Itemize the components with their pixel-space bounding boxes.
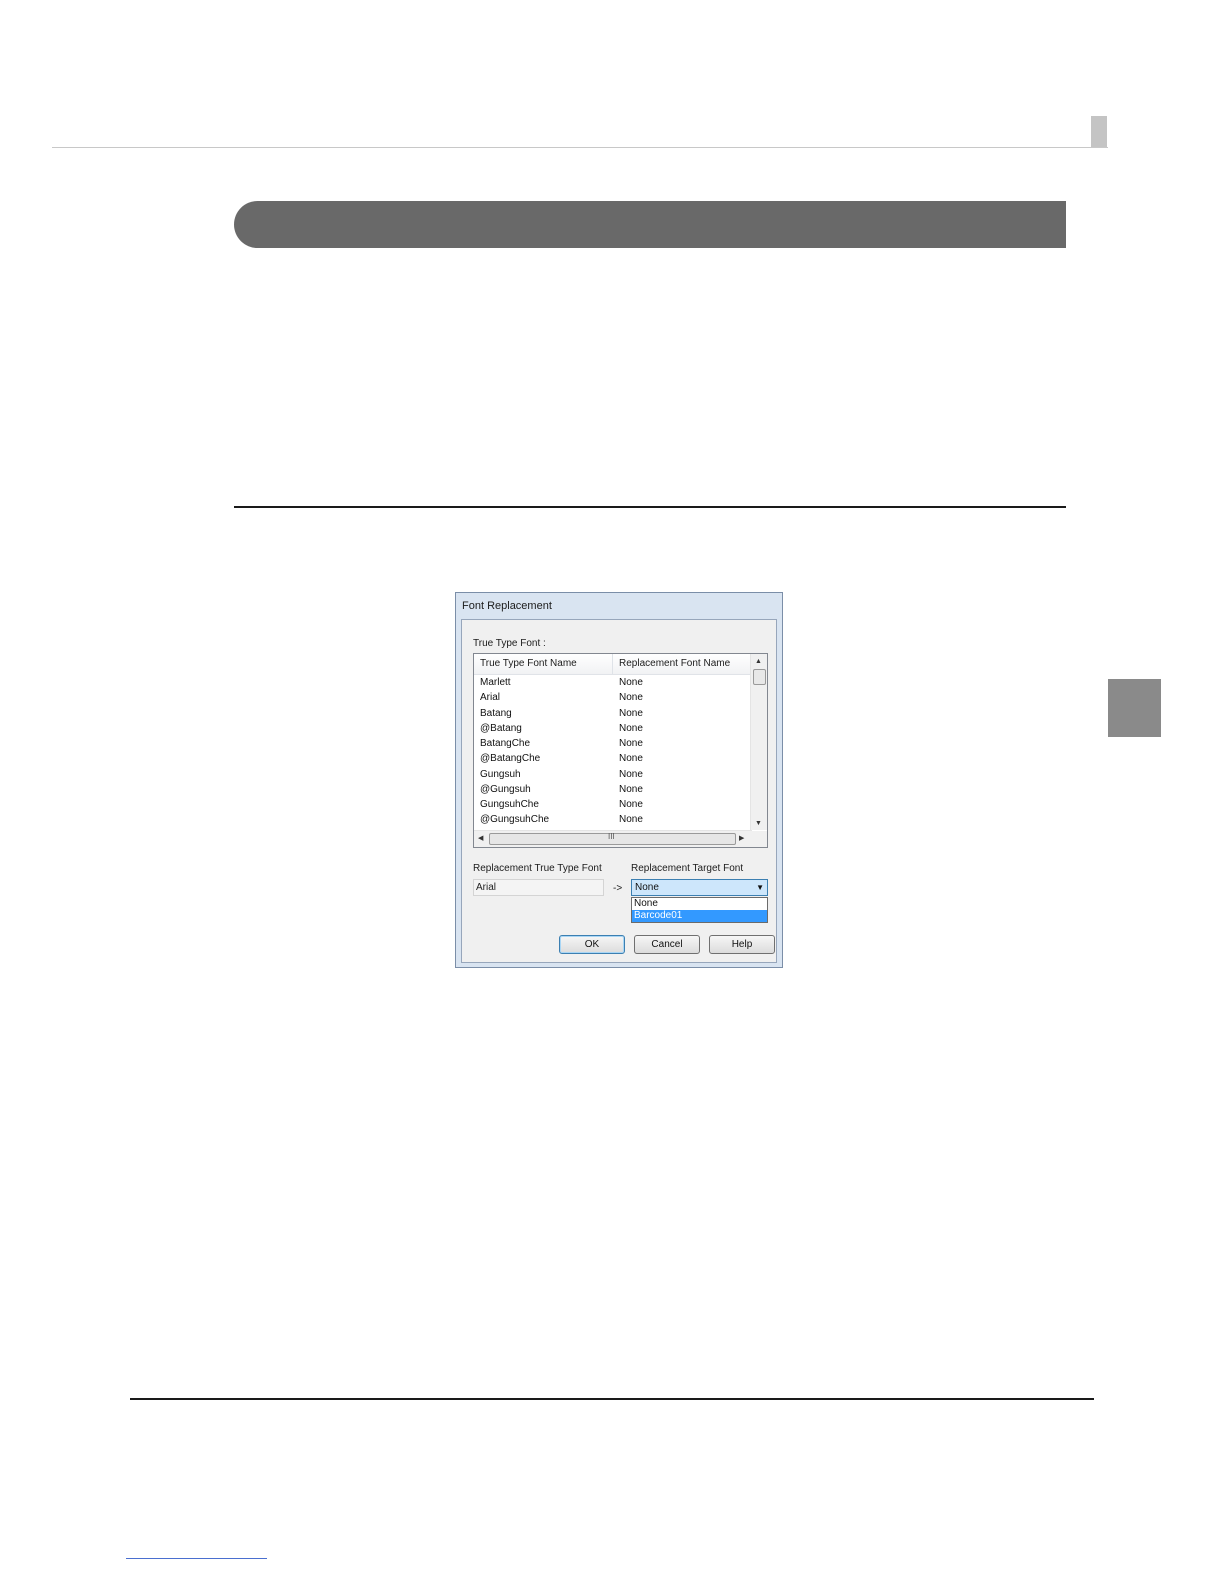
page-header-tab [1091, 116, 1107, 147]
replacement-ttf-label: Replacement True Type Font [473, 863, 602, 874]
target-font-dropdown: None Barcode01 [631, 897, 768, 923]
column-divider[interactable] [612, 654, 613, 674]
replacement-ttf-field[interactable]: Arial [473, 879, 604, 896]
font-name-cell: Arial [480, 692, 501, 704]
list-item[interactable]: @Gungsuh None [474, 783, 752, 798]
list-item[interactable]: @GungsuhChe None [474, 813, 752, 828]
font-name-cell: @Batang [480, 722, 522, 734]
target-font-select[interactable]: None ▼ [631, 879, 768, 896]
font-name-cell: BatangChe [480, 738, 531, 749]
font-replacement-dialog: Font Replacement True Type Font : True T… [455, 592, 783, 968]
ok-button[interactable]: OK [559, 935, 625, 954]
dropdown-option-none[interactable]: None [632, 898, 767, 910]
font-name-cell: Batang [480, 707, 512, 719]
font-name-cell: @BatangChe [480, 753, 541, 765]
replacement-name-cell: None [619, 738, 643, 749]
replacement-name-cell: None [619, 677, 643, 688]
font-name-cell: GungsuhChe [480, 799, 539, 810]
dialog-client-area: True Type Font : True Type Font Name Rep… [461, 619, 777, 963]
page-footer-rule [130, 1398, 1094, 1400]
list-item[interactable]: GungsuhChe None [474, 798, 752, 813]
replacement-name-cell: None [619, 692, 643, 704]
replacement-name-cell: None [619, 799, 643, 810]
column-header-ttf-name[interactable]: True Type Font Name [480, 658, 577, 669]
footer-link-underline [126, 1558, 267, 1559]
scroll-up-icon[interactable]: ▲ [755, 658, 762, 665]
list-header: True Type Font Name Replacement Font Nam… [474, 654, 752, 675]
dialog-title: Font Replacement [462, 600, 552, 612]
replacement-name-cell: None [619, 707, 643, 719]
dropdown-option-barcode01[interactable]: Barcode01 [632, 910, 767, 922]
arrow-label: -> [613, 883, 623, 894]
scroll-left-icon[interactable]: ◀ [478, 835, 483, 842]
chapter-side-tab [1108, 679, 1161, 737]
column-header-replacement-name[interactable]: Replacement Font Name [619, 658, 730, 669]
replacement-name-cell: None [619, 783, 643, 795]
replacement-name-cell: None [619, 753, 643, 765]
list-item[interactable]: Arial None [474, 691, 752, 706]
help-button[interactable]: Help [709, 935, 775, 954]
list-rows: Marlett None Arial None Batang None @Batang Non… [474, 676, 752, 829]
list-item[interactable]: Batang None [474, 707, 752, 722]
section-heading-banner [234, 201, 1066, 248]
cancel-button[interactable]: Cancel [634, 935, 700, 954]
scrollbar-corner [751, 831, 767, 847]
replacement-name-cell: None [619, 722, 643, 734]
list-item[interactable]: BatangChe None [474, 737, 752, 752]
true-type-font-group-label: True Type Font : [473, 638, 546, 649]
section-divider [234, 506, 1066, 508]
font-name-cell: @Gungsuh [480, 783, 531, 795]
replacement-name-cell: None [619, 814, 643, 826]
target-font-label: Replacement Target Font [631, 863, 744, 874]
horizontal-scrollbar[interactable]: ◀ III ▶ [474, 830, 752, 847]
replacement-name-cell: None [619, 768, 643, 780]
list-item[interactable]: @Batang None [474, 722, 752, 737]
page-header-rule [52, 147, 1108, 148]
font-name-cell: @GungsuhChe [480, 814, 550, 826]
horizontal-scroll-thumb[interactable]: III [489, 832, 736, 845]
vertical-scroll-thumb[interactable] [753, 669, 766, 685]
scroll-right-icon[interactable]: ▶ [739, 835, 744, 842]
font-list-view[interactable]: True Type Font Name Replacement Font Nam… [473, 653, 768, 848]
scroll-grip-icon: III [608, 832, 615, 841]
scroll-down-icon[interactable]: ▼ [755, 820, 762, 827]
list-item[interactable]: @BatangChe None [474, 752, 752, 767]
font-name-cell: Marlett [480, 677, 511, 688]
list-item[interactable]: Marlett None [474, 676, 752, 691]
chevron-down-icon[interactable]: ▼ [756, 883, 764, 892]
vertical-scrollbar[interactable]: ▲ ▼ [750, 654, 767, 830]
target-font-selected-value: None [635, 882, 659, 893]
list-item[interactable]: Gungsuh None [474, 768, 752, 783]
font-name-cell: Gungsuh [480, 768, 521, 780]
